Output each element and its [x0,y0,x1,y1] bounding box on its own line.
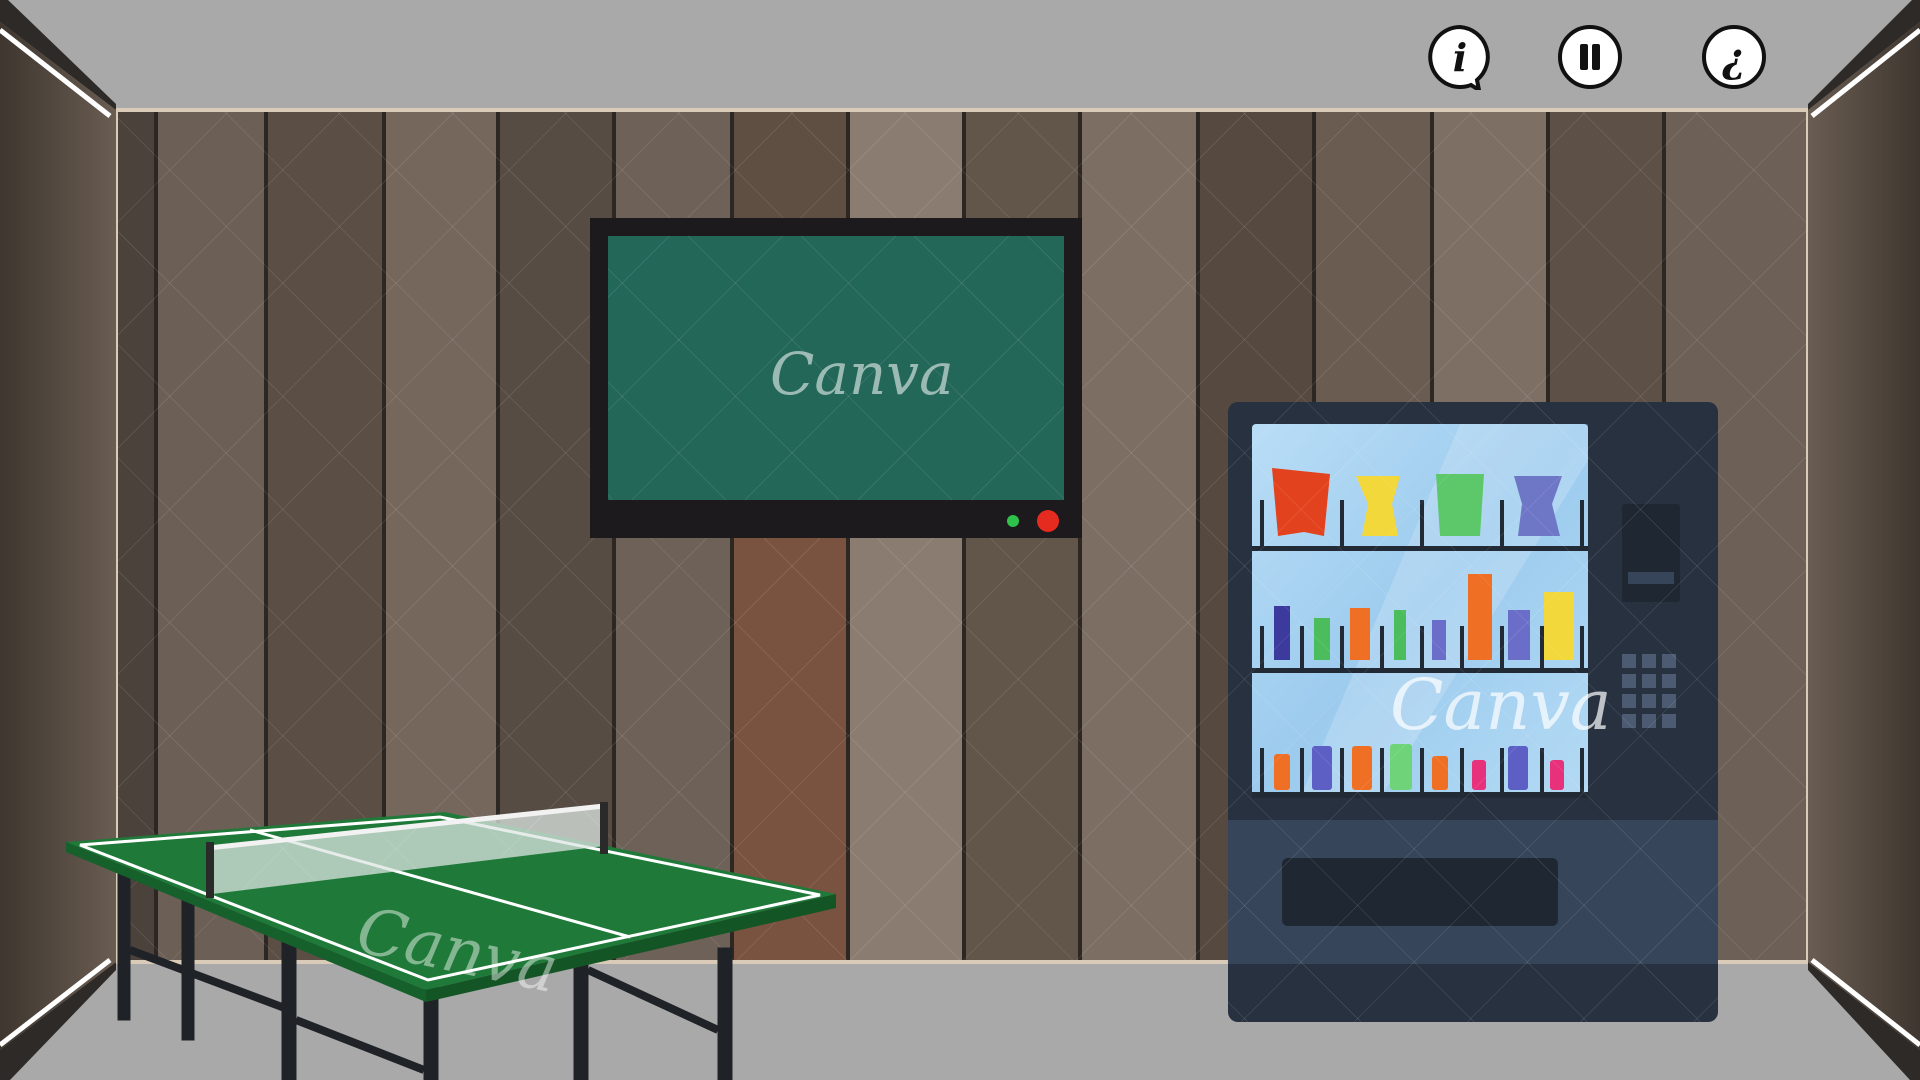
help-button[interactable]: ¿ [1701,24,1767,90]
svg-text:i: i [1453,35,1467,80]
right-wall [1808,22,1920,1050]
room-scene [0,0,1920,1080]
tv-power-led [1007,515,1019,527]
svg-text:¿: ¿ [1721,35,1745,82]
tv-power-button[interactable] [1037,510,1059,532]
left-wall [0,22,116,1050]
vending-machine[interactable] [1228,402,1718,1022]
info-speech-icon: i [1428,24,1490,90]
inverted-question-icon: ¿ [1702,25,1766,89]
wall-tv[interactable] [590,218,1082,538]
pause-icon [1558,25,1622,89]
pause-button[interactable] [1557,24,1623,90]
info-button[interactable]: i [1427,24,1493,90]
